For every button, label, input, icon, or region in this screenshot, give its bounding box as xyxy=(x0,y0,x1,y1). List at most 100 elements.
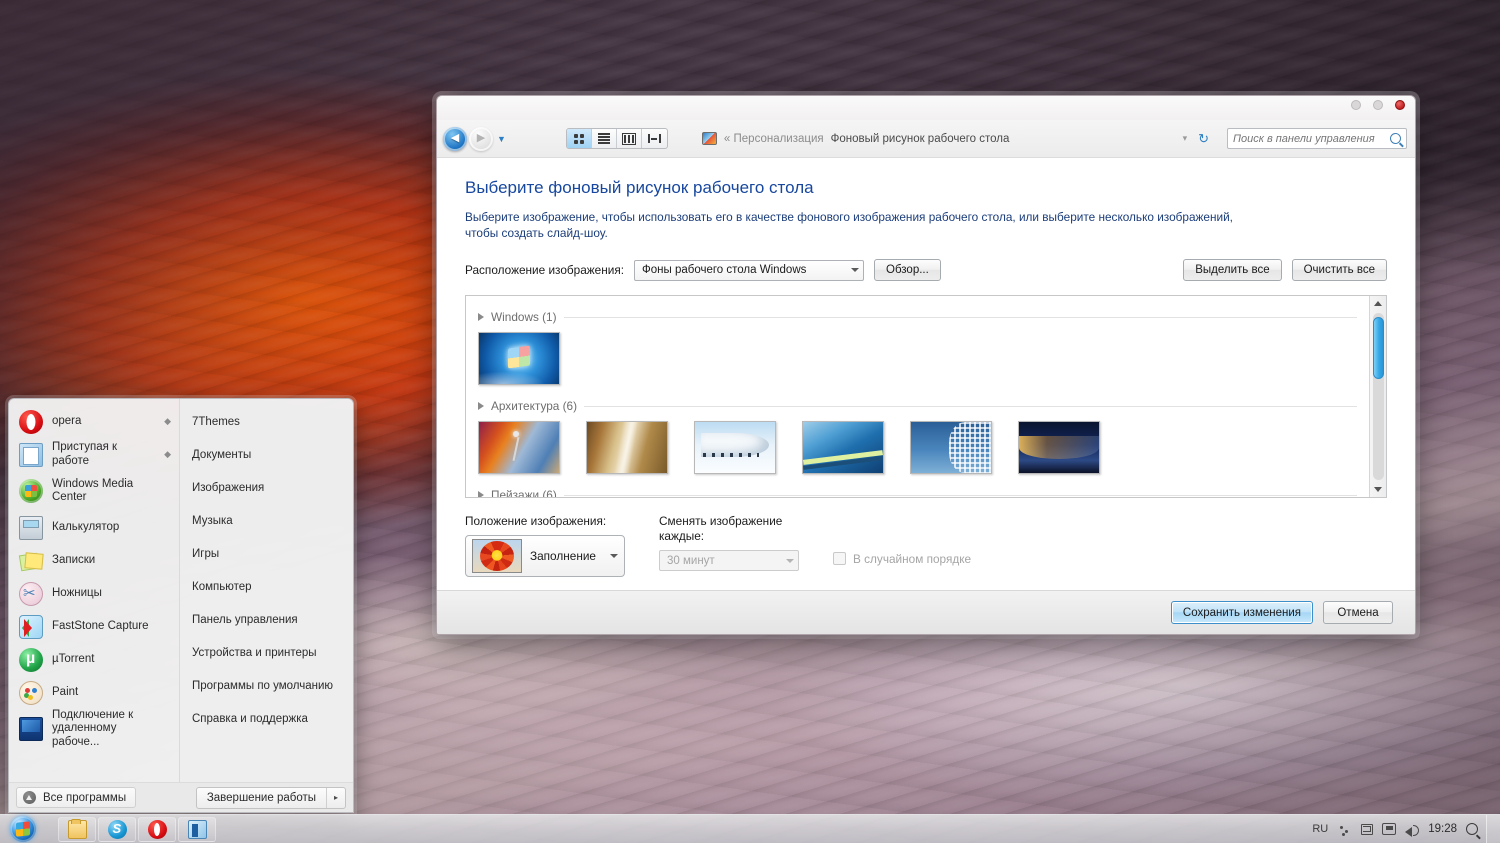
taskbar-item-blue-app[interactable] xyxy=(178,816,216,842)
thumbnail-scrollbar[interactable] xyxy=(1369,296,1386,497)
details-view-button[interactable] xyxy=(617,129,642,148)
start-item-getting-started[interactable]: Приступая к работе ◆ xyxy=(9,438,179,471)
search-input[interactable] xyxy=(1233,132,1390,145)
start-right-item-control-panel[interactable]: Панель управления xyxy=(180,603,353,636)
start-item-utorrent[interactable]: µTorrent xyxy=(9,643,179,676)
start-item-sticky-notes[interactable]: Записки xyxy=(9,544,179,577)
preview-view-button[interactable] xyxy=(642,129,667,148)
taskbar-item-skype[interactable] xyxy=(98,816,136,842)
wallpaper-thumbnail-pane: Windows (1) Архитектура (6) Пейзажи (6) xyxy=(465,295,1387,498)
search-icon[interactable] xyxy=(1466,823,1478,835)
address-bar[interactable]: « Персонализация Фоновый рисунок рабочег… xyxy=(696,128,1219,150)
start-right-label: Компьютер xyxy=(192,580,252,593)
skype-icon xyxy=(107,819,127,839)
start-right-item-help-support[interactable]: Справка и поддержка xyxy=(180,702,353,735)
breadcrumb-personalization[interactable]: « Персонализация xyxy=(724,133,824,145)
forward-button[interactable]: ▶ xyxy=(469,126,493,151)
wallpaper-thumbnail[interactable] xyxy=(910,421,992,474)
start-item-calculator[interactable]: Калькулятор xyxy=(9,511,179,544)
volume-icon[interactable] xyxy=(1405,823,1420,837)
start-item-label: Приступая к работе xyxy=(52,441,118,467)
submenu-arrow-icon[interactable]: ◆ xyxy=(164,416,171,427)
maximize-button[interactable] xyxy=(1373,100,1383,110)
minimize-button[interactable] xyxy=(1351,100,1361,110)
start-right-item-pictures[interactable]: Изображения xyxy=(180,471,353,504)
wallpaper-thumbnail[interactable] xyxy=(478,332,560,385)
group-header-architecture[interactable]: Архитектура (6) xyxy=(478,399,1357,413)
list-view-button[interactable] xyxy=(592,129,617,148)
scrollbar-thumb[interactable] xyxy=(1372,317,1384,379)
taskbar-item-explorer[interactable] xyxy=(58,816,96,842)
show-desktop-button[interactable] xyxy=(1486,814,1500,843)
chevron-down-icon[interactable]: ▾ xyxy=(1183,133,1188,144)
shutdown-options-arrow-icon[interactable]: ▸ xyxy=(326,787,345,808)
select-all-button[interactable]: Выделить все xyxy=(1183,259,1282,281)
forward-arrow-icon: ▶ xyxy=(476,132,486,144)
system-tray: RU 19:28 xyxy=(1312,815,1486,843)
start-right-item-documents[interactable]: Документы xyxy=(180,438,353,471)
chevron-down-icon[interactable]: ▼ xyxy=(497,134,506,144)
thumbnail-detail xyxy=(512,437,520,462)
submenu-arrow-icon[interactable]: ◆ xyxy=(164,449,171,460)
search-box[interactable] xyxy=(1227,128,1407,149)
shutdown-button[interactable]: Завершение работы xyxy=(197,788,326,808)
scroll-up-button[interactable] xyxy=(1371,296,1386,311)
save-changes-button[interactable]: Сохранить изменения xyxy=(1170,601,1313,624)
language-indicator[interactable]: RU xyxy=(1312,823,1328,835)
shuffle-checkbox[interactable] xyxy=(833,552,846,565)
navigation-bar: ◀ ▶ ▼ « Персонализация Фоновый рисунок р… xyxy=(437,120,1415,158)
start-right-item-music[interactable]: Музыка xyxy=(180,504,353,537)
close-button[interactable] xyxy=(1395,100,1405,110)
window-content: Выберите фоновый рисунок рабочего стола … xyxy=(437,158,1415,590)
wallpaper-thumbnail[interactable] xyxy=(1018,421,1100,474)
network-icon[interactable] xyxy=(1382,823,1397,835)
image-position-select[interactable]: Заполнение xyxy=(465,535,625,577)
browse-button[interactable]: Обзор... xyxy=(874,259,941,281)
start-item-paint[interactable]: Paint xyxy=(9,676,179,709)
clear-all-button[interactable]: Очистить все xyxy=(1291,259,1387,281)
thumbnail-scroll-area: Windows (1) Архитектура (6) Пейзажи (6) xyxy=(466,296,1369,497)
start-item-faststone-capture[interactable]: FastStone Capture xyxy=(9,610,179,643)
start-right-item-computer[interactable]: Компьютер xyxy=(180,570,353,603)
change-interval-group: Сменять изображение каждые: 30 минут xyxy=(659,514,799,577)
start-right-item-7themes[interactable]: 7Themes xyxy=(180,405,353,438)
flag-action-center-icon[interactable] xyxy=(1361,823,1374,835)
start-button[interactable] xyxy=(0,815,46,843)
start-item-remote-desktop[interactable]: Подключение к удаленному рабоче... xyxy=(9,709,179,749)
breadcrumb-current[interactable]: Фоновый рисунок рабочего стола xyxy=(831,133,1010,145)
start-right-item-games[interactable]: Игры xyxy=(180,537,353,570)
start-right-item-default-programs[interactable]: Программы по умолчанию xyxy=(180,669,353,702)
image-location-select[interactable]: Фоны рабочего стола Windows xyxy=(634,259,864,281)
columns-icon xyxy=(621,132,637,145)
thumbnail-detail xyxy=(603,422,651,473)
scroll-down-button[interactable] xyxy=(1371,482,1386,497)
back-button[interactable]: ◀ xyxy=(443,126,467,151)
group-title: Windows (1) xyxy=(491,310,557,324)
wallpaper-thumbnail[interactable] xyxy=(586,421,668,474)
taskbar-item-opera[interactable] xyxy=(138,816,176,842)
hidden-icons-icon[interactable] xyxy=(1337,822,1352,837)
clock[interactable]: 19:28 xyxy=(1428,823,1457,835)
scrollbar-track[interactable] xyxy=(1372,313,1384,480)
taskbar-pinned-items xyxy=(58,816,216,842)
icons-view-button[interactable] xyxy=(566,129,592,148)
start-right-item-devices-printers[interactable]: Устройства и принтеры xyxy=(180,636,353,669)
cancel-button[interactable]: Отмена xyxy=(1323,601,1393,624)
group-header-landscapes[interactable]: Пейзажи (6) xyxy=(478,488,1357,497)
start-item-snipping-tool[interactable]: Ножницы xyxy=(9,577,179,610)
start-item-windows-media-center[interactable]: Windows Media Center xyxy=(9,471,179,511)
change-interval-select[interactable]: 30 минут xyxy=(659,550,799,571)
group-header-windows[interactable]: Windows (1) xyxy=(478,310,1357,324)
wallpaper-thumbnail[interactable] xyxy=(802,421,884,474)
thumbnail-detail xyxy=(1019,436,1099,459)
all-programs-button[interactable]: Все программы xyxy=(16,787,137,808)
wallpaper-thumbnail[interactable] xyxy=(694,421,776,474)
image-position-group: Положение изображения: Заполнение xyxy=(465,514,625,577)
wallpaper-thumbnail[interactable] xyxy=(478,421,560,474)
window-titlebar[interactable] xyxy=(437,96,1415,120)
shuffle-checkbox-row[interactable]: В случайном порядке xyxy=(833,540,971,577)
start-right-label: Игры xyxy=(192,547,220,560)
view-mode-group xyxy=(565,128,668,149)
start-item-opera[interactable]: opera ◆ xyxy=(9,405,179,438)
refresh-icon[interactable]: ↻ xyxy=(1198,131,1209,147)
